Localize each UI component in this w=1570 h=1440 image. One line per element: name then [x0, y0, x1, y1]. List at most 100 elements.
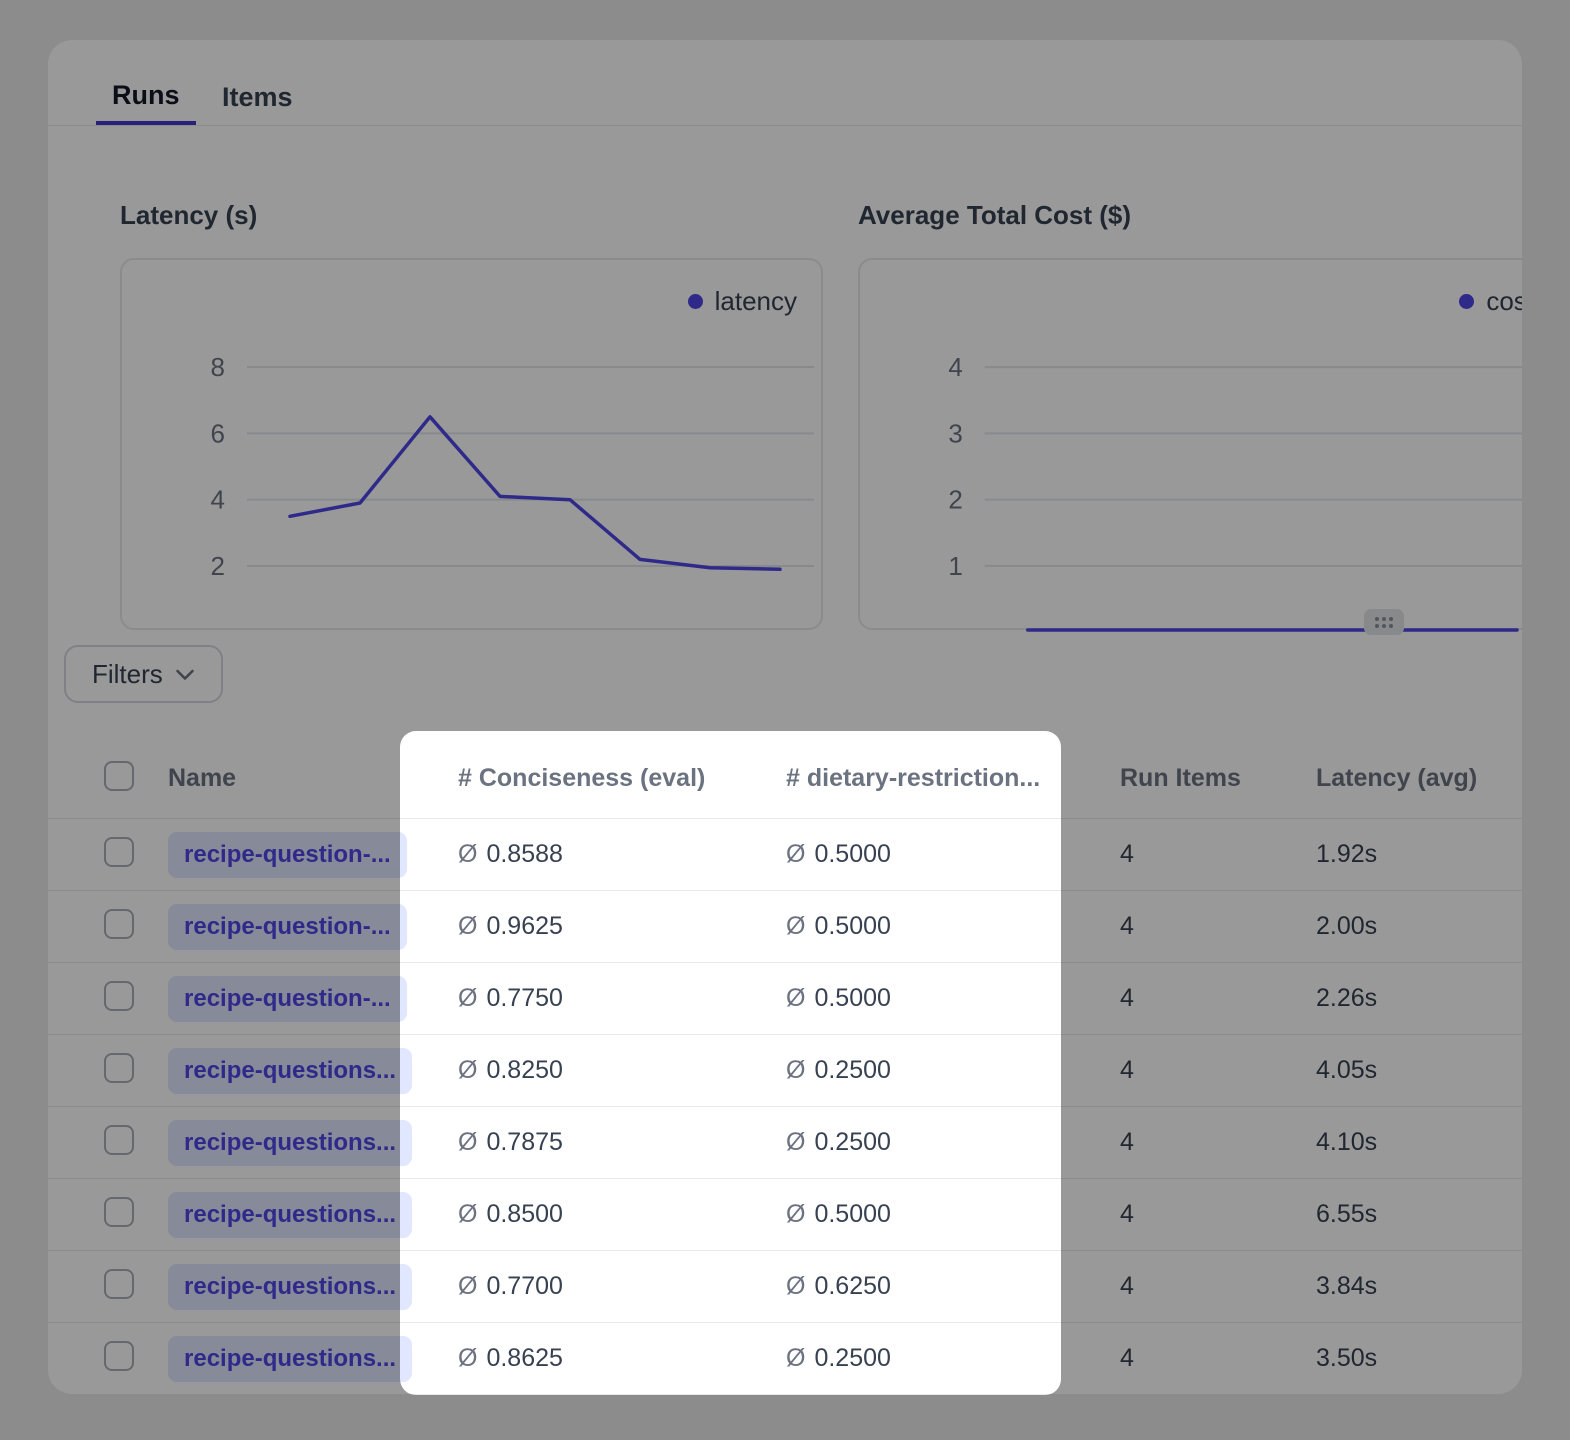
cost-chart: 1234 [860, 260, 1522, 632]
cost-legend-dot-icon [1459, 294, 1474, 309]
resize-handle[interactable] [1364, 609, 1404, 635]
row-checkbox[interactable] [104, 1341, 134, 1371]
runs-panel-card: Runs Items Latency (s) Average Total Cos… [48, 40, 1522, 1394]
run-items-value: 4 [1120, 1344, 1316, 1373]
table-row: recipe-questions... Ø 0.8500 Ø 0.5000 4 6.… [48, 1178, 1522, 1250]
run-items-value: 4 [1120, 1128, 1316, 1157]
svg-text:3: 3 [948, 418, 962, 448]
avg-symbol: Ø [458, 1344, 477, 1372]
latency-value: 1.92s [1316, 840, 1522, 869]
avg-symbol: Ø [786, 840, 805, 868]
runs-table: Name # Conciseness (eval) # dietary-rest… [48, 738, 1522, 1394]
run-name-link[interactable]: recipe-question-... [168, 904, 407, 950]
row-checkbox[interactable] [104, 1125, 134, 1155]
conciseness-value: 0.7700 [486, 1272, 562, 1300]
header-name: Name [168, 764, 458, 793]
run-items-value: 4 [1120, 984, 1316, 1013]
dietary-value: 0.5000 [814, 912, 890, 940]
run-name-link[interactable]: recipe-questions... [168, 1192, 412, 1238]
svg-text:2: 2 [948, 485, 962, 515]
latency-chart-panel: 2 4 6 8 latency [120, 258, 823, 630]
conciseness-value: 0.8588 [486, 840, 562, 868]
latency-value: 6.55s [1316, 1200, 1522, 1229]
avg-symbol: Ø [458, 912, 477, 940]
latency-chart-title: Latency (s) [120, 200, 257, 231]
filters-button-label: Filters [92, 659, 163, 690]
run-name-link[interactable]: recipe-questions... [168, 1336, 412, 1382]
run-name-link[interactable]: recipe-question-... [168, 832, 407, 878]
avg-symbol: Ø [458, 840, 477, 868]
conciseness-value: 0.7750 [486, 984, 562, 1012]
run-items-value: 4 [1120, 1056, 1316, 1085]
run-name-link[interactable]: recipe-questions... [168, 1264, 412, 1310]
row-checkbox[interactable] [104, 1269, 134, 1299]
dietary-value: 0.2500 [814, 1344, 890, 1372]
latency-value: 4.10s [1316, 1128, 1522, 1157]
avg-symbol: Ø [458, 1128, 477, 1156]
table-row: recipe-questions... Ø 0.8625 Ø 0.2500 4 3.… [48, 1322, 1522, 1394]
avg-symbol: Ø [786, 912, 805, 940]
row-checkbox[interactable] [104, 981, 134, 1011]
tab-bar: Runs Items [48, 70, 1522, 126]
run-name-link[interactable]: recipe-question-... [168, 976, 407, 1022]
row-checkbox[interactable] [104, 837, 134, 867]
avg-symbol: Ø [786, 1272, 805, 1300]
table-row: recipe-question-... Ø 0.9625 Ø 0.5000 4 2.… [48, 890, 1522, 962]
avg-symbol: Ø [786, 1056, 805, 1084]
svg-text:4: 4 [948, 352, 962, 382]
avg-symbol: Ø [458, 1200, 477, 1228]
latency-value: 2.00s [1316, 912, 1522, 941]
latency-value: 3.84s [1316, 1272, 1522, 1301]
avg-symbol: Ø [458, 1056, 477, 1084]
cost-chart-panel: 1234 cost [858, 258, 1522, 630]
cost-legend: cost [1459, 286, 1522, 317]
dietary-value: 0.5000 [814, 840, 890, 868]
table-row: recipe-questions... Ø 0.7700 Ø 0.6250 4 3.… [48, 1250, 1522, 1322]
select-all-checkbox[interactable] [104, 761, 134, 791]
conciseness-value: 0.7875 [486, 1128, 562, 1156]
conciseness-value: 0.9625 [486, 912, 562, 940]
svg-text:6: 6 [211, 418, 225, 448]
latency-legend-dot-icon [688, 294, 703, 309]
table-row: recipe-questions... Ø0.7875 Ø0.2500 4 4.… [48, 1106, 1522, 1178]
run-items-value: 4 [1120, 840, 1316, 869]
latency-legend-label: latency [715, 286, 797, 317]
tab-items[interactable]: Items [206, 70, 309, 125]
run-items-value: 4 [1120, 1272, 1316, 1301]
filters-button[interactable]: Filters [64, 645, 223, 703]
run-name-link[interactable]: recipe-questions... [168, 1048, 412, 1094]
svg-text:8: 8 [211, 352, 225, 382]
drag-dots-icon [1375, 617, 1393, 628]
header-latency-avg: Latency (avg) [1316, 764, 1522, 793]
avg-symbol: Ø [786, 1200, 805, 1228]
avg-symbol: Ø [458, 1272, 477, 1300]
row-checkbox[interactable] [104, 1053, 134, 1083]
latency-value: 2.26s [1316, 984, 1522, 1013]
cost-chart-title: Average Total Cost ($) [858, 200, 1131, 231]
svg-text:4: 4 [211, 485, 225, 515]
svg-text:2: 2 [211, 551, 225, 581]
header-run-items: Run Items [1120, 764, 1316, 793]
table-row: recipe-questions... Ø0.8250 Ø0.2500 4 4.… [48, 1034, 1522, 1106]
dietary-value: 0.6250 [814, 1272, 890, 1300]
row-checkbox[interactable] [104, 909, 134, 939]
header-dietary-restriction: # dietary-restriction... [786, 764, 1120, 793]
dietary-value: 0.2500 [814, 1128, 890, 1156]
run-items-value: 4 [1120, 1200, 1316, 1229]
conciseness-value: 0.8500 [486, 1200, 562, 1228]
cost-legend-label: cost [1486, 286, 1522, 317]
table-row: recipe-question-... Ø 0.8588 Ø 0.5000 4 1.… [48, 818, 1522, 890]
conciseness-value: 0.8625 [486, 1344, 562, 1372]
row-checkbox[interactable] [104, 1197, 134, 1227]
latency-value: 4.05s [1316, 1056, 1522, 1085]
latency-value: 3.50s [1316, 1344, 1522, 1373]
chevron-down-icon [175, 668, 195, 681]
dietary-value: 0.2500 [814, 1056, 890, 1084]
tab-runs[interactable]: Runs [96, 70, 196, 125]
avg-symbol: Ø [786, 1344, 805, 1372]
dietary-value: 0.5000 [814, 984, 890, 1012]
avg-symbol: Ø [458, 984, 477, 1012]
run-items-value: 4 [1120, 912, 1316, 941]
dietary-value: 0.5000 [814, 1200, 890, 1228]
run-name-link[interactable]: recipe-questions... [168, 1120, 412, 1166]
